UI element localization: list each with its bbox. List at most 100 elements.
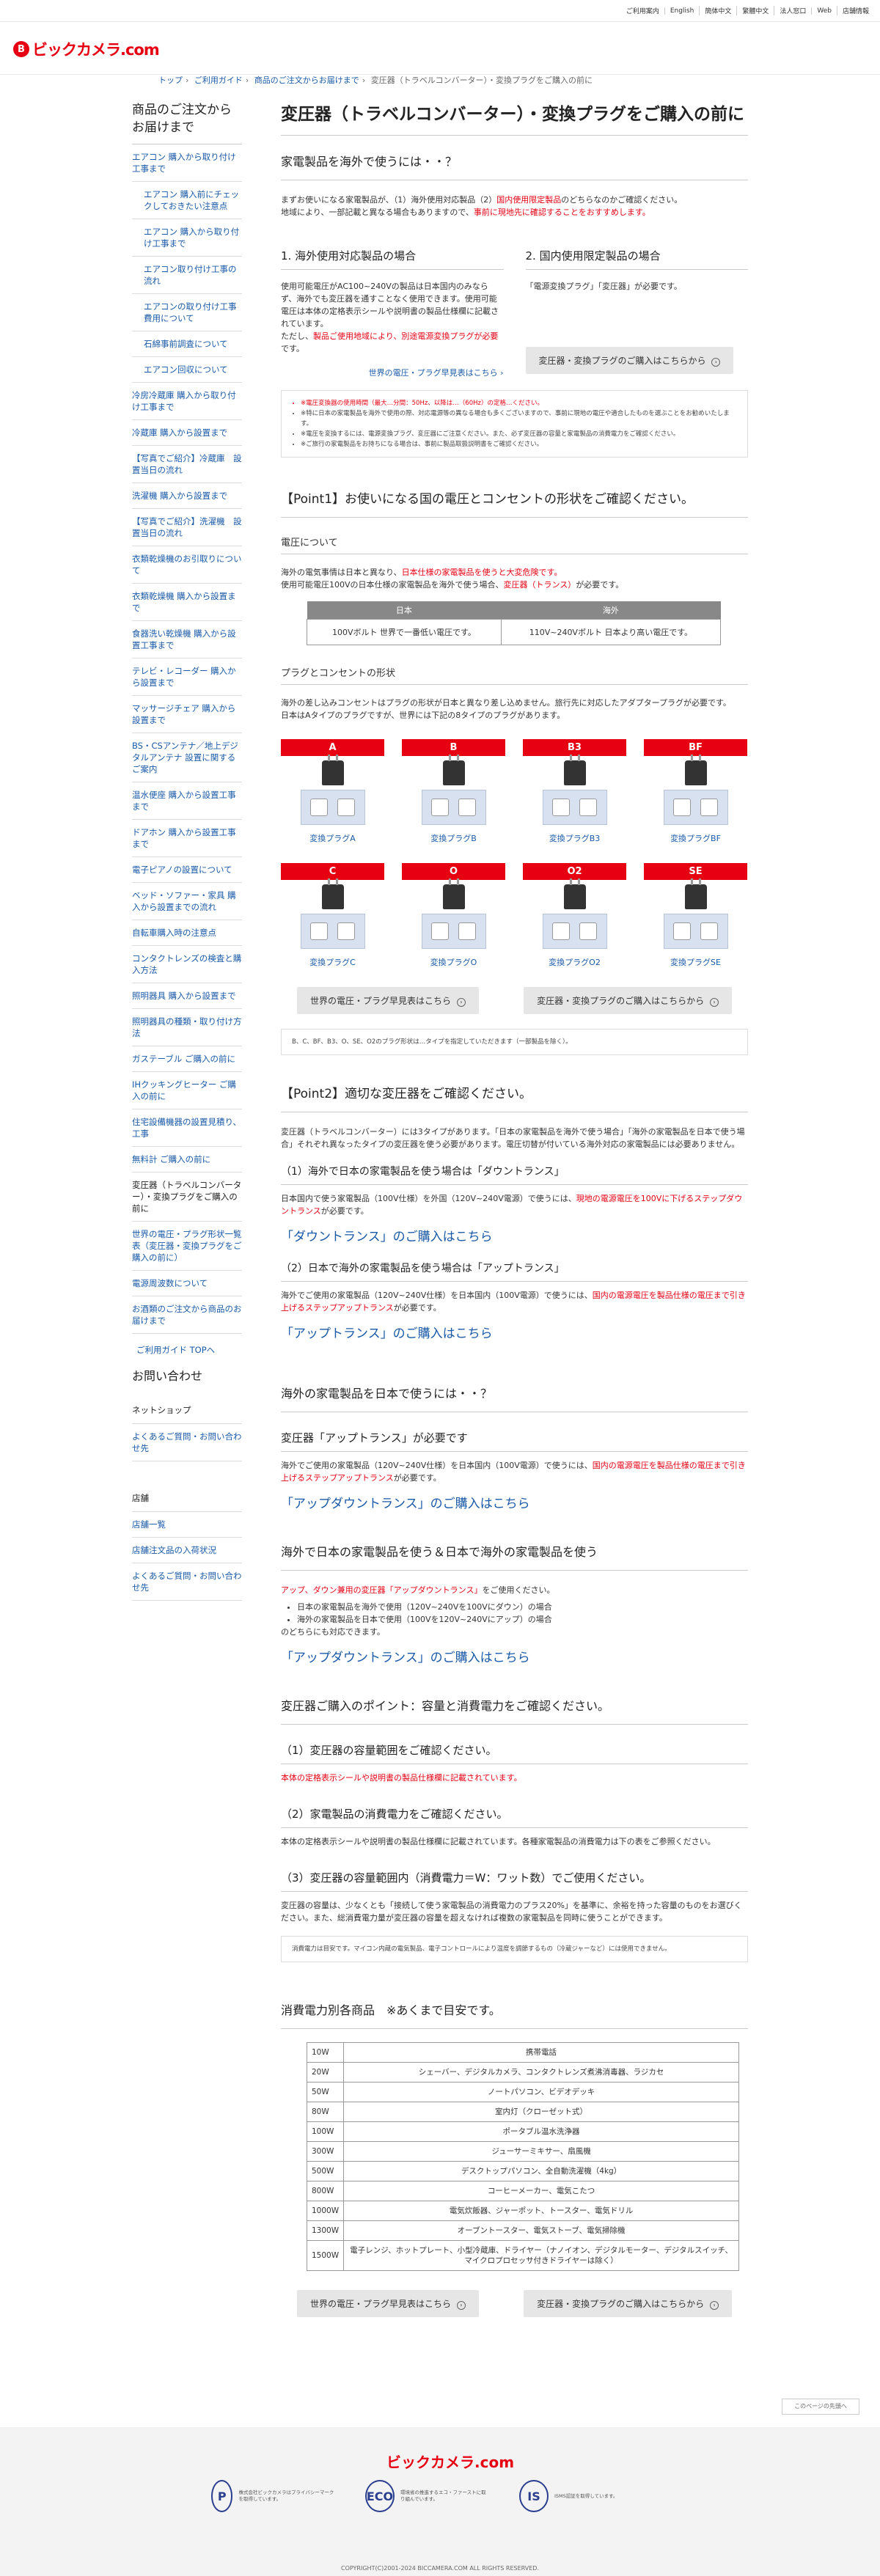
sidebar-item[interactable]: エアコンの取り付け工事費用について bbox=[132, 294, 242, 331]
power-table-heading: 消費電力別各商品 ※あくまで目安です。 bbox=[281, 1984, 748, 2029]
socket-icon bbox=[542, 914, 607, 949]
voltage-chart-button-2[interactable]: 世界の電圧・プラグ早見表はこちら › bbox=[297, 2290, 479, 2317]
plug-note: B、C、BF、B3、O、SE、O2のプラグ形状は…タイプを指定していただきます（… bbox=[281, 1029, 748, 1055]
sidebar-item[interactable]: BS・CSアンテナ／地上デジタルアンテナ 設置に関するご案内 bbox=[132, 733, 242, 782]
section-heading-3: 海外の家電製品を日本で使うには・・？ bbox=[281, 1368, 748, 1412]
plug-caption[interactable]: 変換プラグB3 bbox=[523, 832, 626, 844]
net-title: ネットショップ bbox=[132, 1395, 242, 1424]
voltage-chart-button[interactable]: 世界の電圧・プラグ早見表はこちら › bbox=[297, 987, 479, 1014]
store-list-link[interactable]: 店舗一覧 bbox=[132, 1512, 242, 1538]
plug-image bbox=[523, 755, 626, 829]
sidebar-item[interactable]: 食器洗い乾燥機 購入から設置工事まで bbox=[132, 621, 242, 658]
point1-heading: 【Point1】お使いになる国の電圧とコンセントの形状をご確認ください。 bbox=[281, 472, 748, 518]
plug-caption[interactable]: 変換プラグO2 bbox=[523, 956, 626, 968]
sidebar-item[interactable]: エアコン 購入前にチェックしておきたい注意点 bbox=[132, 182, 242, 219]
guide-top-link[interactable]: ご利用ガイド TOPへ bbox=[132, 1334, 242, 1362]
breadcrumb-order[interactable]: 商品のご注文からお届けまで bbox=[254, 76, 359, 85]
utility-link[interactable]: 法人窓口 bbox=[774, 6, 811, 15]
utility-link[interactable]: 繁體中文 bbox=[736, 6, 774, 15]
sidebar-item[interactable]: 電子ピアノの設置について bbox=[132, 857, 242, 883]
sidebar-item[interactable]: 冷房冷蔵庫 購入から取り付け工事まで bbox=[132, 383, 242, 420]
sidebar-item[interactable]: 変圧器（トラベルコンバーター）・変換プラグをご購入の前に bbox=[132, 1173, 242, 1222]
sidebar-item[interactable]: 自転車購入時の注意点 bbox=[132, 920, 242, 946]
sidebar-item[interactable]: 【写真でご紹介】洗濯機 設置当日の流れ bbox=[132, 509, 242, 546]
plug-type-card[interactable]: B3 変換プラグB3 bbox=[523, 739, 626, 844]
plug-caption[interactable]: 変換プラグSE bbox=[644, 956, 747, 968]
breadcrumb-top[interactable]: トップ bbox=[158, 76, 183, 85]
plug-type-card[interactable]: O2 変換プラグO2 bbox=[523, 863, 626, 968]
plug-label: B bbox=[402, 739, 505, 756]
plug-icon bbox=[563, 878, 586, 909]
utility-link[interactable]: ご利用案内 bbox=[621, 6, 664, 15]
sidebar-item[interactable]: 住宅設備機器の設置見積り、工事 bbox=[132, 1109, 242, 1147]
site-header: B ビックカメラ.com bbox=[0, 22, 880, 75]
store-stock-link[interactable]: 店舗注文品の入荷状況 bbox=[132, 1538, 242, 1563]
utility-link[interactable]: 簡体中文 bbox=[699, 6, 736, 15]
plug-caption[interactable]: 変換プラグO bbox=[402, 956, 505, 968]
sidebar-item[interactable]: エアコン 購入から取り付け工事まで bbox=[132, 219, 242, 257]
logo-text: ビックカメラ.com bbox=[32, 41, 160, 59]
plug-type-card[interactable]: SE 変換プラグSE bbox=[644, 863, 747, 968]
breadcrumb-guide[interactable]: ご利用ガイド bbox=[194, 76, 243, 85]
updown-trans-link-2[interactable]: 「アップダウントランス」のご購入はこちら bbox=[281, 1647, 748, 1665]
sidebar-item[interactable]: IHクッキングヒーター ご購入の前に bbox=[132, 1072, 242, 1109]
sidebar-item[interactable]: 洗濯機 購入から設置まで bbox=[132, 483, 242, 509]
sidebar-item[interactable]: エアコン回収について bbox=[132, 357, 242, 383]
up-trans-link[interactable]: 「アップトランス」のご購入はこちら bbox=[281, 1323, 748, 1341]
store-faq-link[interactable]: よくあるご質問・お問い合わせ先 bbox=[132, 1563, 242, 1601]
plug-type-card[interactable]: C 変換プラグC bbox=[281, 863, 384, 968]
sidebar-item[interactable]: エアコン 購入から取り付け工事まで bbox=[132, 144, 242, 182]
sidebar-item[interactable]: 世界の電圧・プラグ形状一覧表（変圧器・変換プラグをご購入の前に） bbox=[132, 1222, 242, 1271]
plug-icon bbox=[684, 878, 707, 909]
plug-caption[interactable]: 変換プラグA bbox=[281, 832, 384, 844]
sidebar-item[interactable]: 温水便座 購入から設置工事まで bbox=[132, 782, 242, 820]
plug-type-card[interactable]: B 変換プラグB bbox=[402, 739, 505, 844]
plug-type-card[interactable]: A 変換プラグA bbox=[281, 739, 384, 844]
buy-converter-button-3[interactable]: 変圧器・変換プラグのご購入はこちらから › bbox=[524, 2290, 732, 2317]
sidebar-item[interactable]: 衣類乾燥機 購入から設置まで bbox=[132, 584, 242, 621]
sidebar-item[interactable]: 照明器具の種類・取り付け方法 bbox=[132, 1009, 242, 1046]
plug-label: O bbox=[402, 863, 505, 880]
arrow-icon: › bbox=[710, 998, 719, 1007]
sidebar-item[interactable]: コンタクトレンズの検査と購入方法 bbox=[132, 946, 242, 983]
voltage-table: 日本 海外 100Vボルト 世界で一番低い電圧です。 110V~240Vボルト 日本… bbox=[307, 601, 722, 645]
section-heading: 家電製品を海外で使うには・・？ bbox=[281, 136, 748, 180]
sidebar-item[interactable]: テレビ・レコーダー 購入から設置まで bbox=[132, 658, 242, 696]
sidebar-item[interactable]: 照明器具 購入から設置まで bbox=[132, 983, 242, 1009]
plug-type-card[interactable]: BF 変換プラグBF bbox=[644, 739, 747, 844]
page-top-button[interactable]: このページの先頭へ bbox=[782, 2399, 859, 2415]
sidebar-item[interactable]: ベッド・ソファー・家具 購入から設置までの流れ bbox=[132, 883, 242, 920]
plug-caption[interactable]: 変換プラグC bbox=[281, 956, 384, 968]
sidebar-item[interactable]: 無料計 ご購入の前に bbox=[132, 1147, 242, 1173]
main-content: 変圧器（トラベルコンバーター）・変換プラグをご購入の前に 家電製品を海外で使うに… bbox=[281, 88, 748, 2317]
sidebar-item[interactable]: ドアホン 購入から設置工事まで bbox=[132, 820, 242, 857]
sidebar-item[interactable]: エアコン取り付け工事の流れ bbox=[132, 257, 242, 294]
overseas-column: 1. 海外使用対応製品の場合 使用可能電圧がAC100~240Vの製品は日本国内… bbox=[281, 249, 504, 378]
sidebar-item[interactable]: お酒類のご注文から商品のお届けまで bbox=[132, 1296, 242, 1334]
updown-trans-link[interactable]: 「アップダウントランス」のご購入はこちら bbox=[281, 1493, 748, 1511]
down-trans-link[interactable]: 「ダウントランス」のご購入はこちら bbox=[281, 1226, 748, 1244]
table-row: 500W デスクトップパソコン、全自動洗濯機（4kg） bbox=[306, 2161, 739, 2181]
plug-subheading: プラグとコンセントの形状 bbox=[281, 645, 748, 685]
utility-link[interactable]: Web bbox=[811, 7, 837, 15]
voltage-chart-link[interactable]: 世界の電圧・プラグ早見表はこちら › bbox=[369, 368, 504, 378]
net-faq-link[interactable]: よくあるご質問・お問い合わせ先 bbox=[132, 1424, 242, 1461]
footer-logo[interactable]: ビックカメラ.com bbox=[386, 2451, 514, 2472]
utility-link[interactable]: English bbox=[664, 7, 700, 15]
sidebar-item[interactable]: 石綿事前調査について bbox=[132, 331, 242, 357]
arrow-icon: › bbox=[456, 998, 466, 1007]
sidebar-item[interactable]: 冷蔵庫 購入から設置まで bbox=[132, 420, 242, 446]
sidebar-item[interactable]: 衣類乾燥機のお引取りについて bbox=[132, 546, 242, 584]
buy-converter-button[interactable]: 変圧器・変換プラグのご購入はこちらから › bbox=[525, 347, 734, 374]
plug-caption[interactable]: 変換プラグBF bbox=[644, 832, 747, 844]
sidebar-item[interactable]: ガステーブル ご購入の前に bbox=[132, 1046, 242, 1072]
buy-converter-button-2[interactable]: 変圧器・変換プラグのご購入はこちらから › bbox=[524, 987, 732, 1014]
site-logo[interactable]: B ビックカメラ.com bbox=[13, 38, 880, 60]
sidebar-item[interactable]: 【写真でご紹介】冷蔵庫 設置当日の流れ bbox=[132, 446, 242, 483]
plug-type-card[interactable]: O 変換プラグO bbox=[402, 863, 505, 968]
plug-caption[interactable]: 変換プラグB bbox=[402, 832, 505, 844]
socket-icon bbox=[542, 790, 607, 825]
sidebar-item[interactable]: マッサージチェア 購入から設置まで bbox=[132, 696, 242, 733]
utility-link[interactable]: 店舗情報 bbox=[836, 6, 874, 15]
sidebar-item[interactable]: 電源周波数について bbox=[132, 1271, 242, 1296]
